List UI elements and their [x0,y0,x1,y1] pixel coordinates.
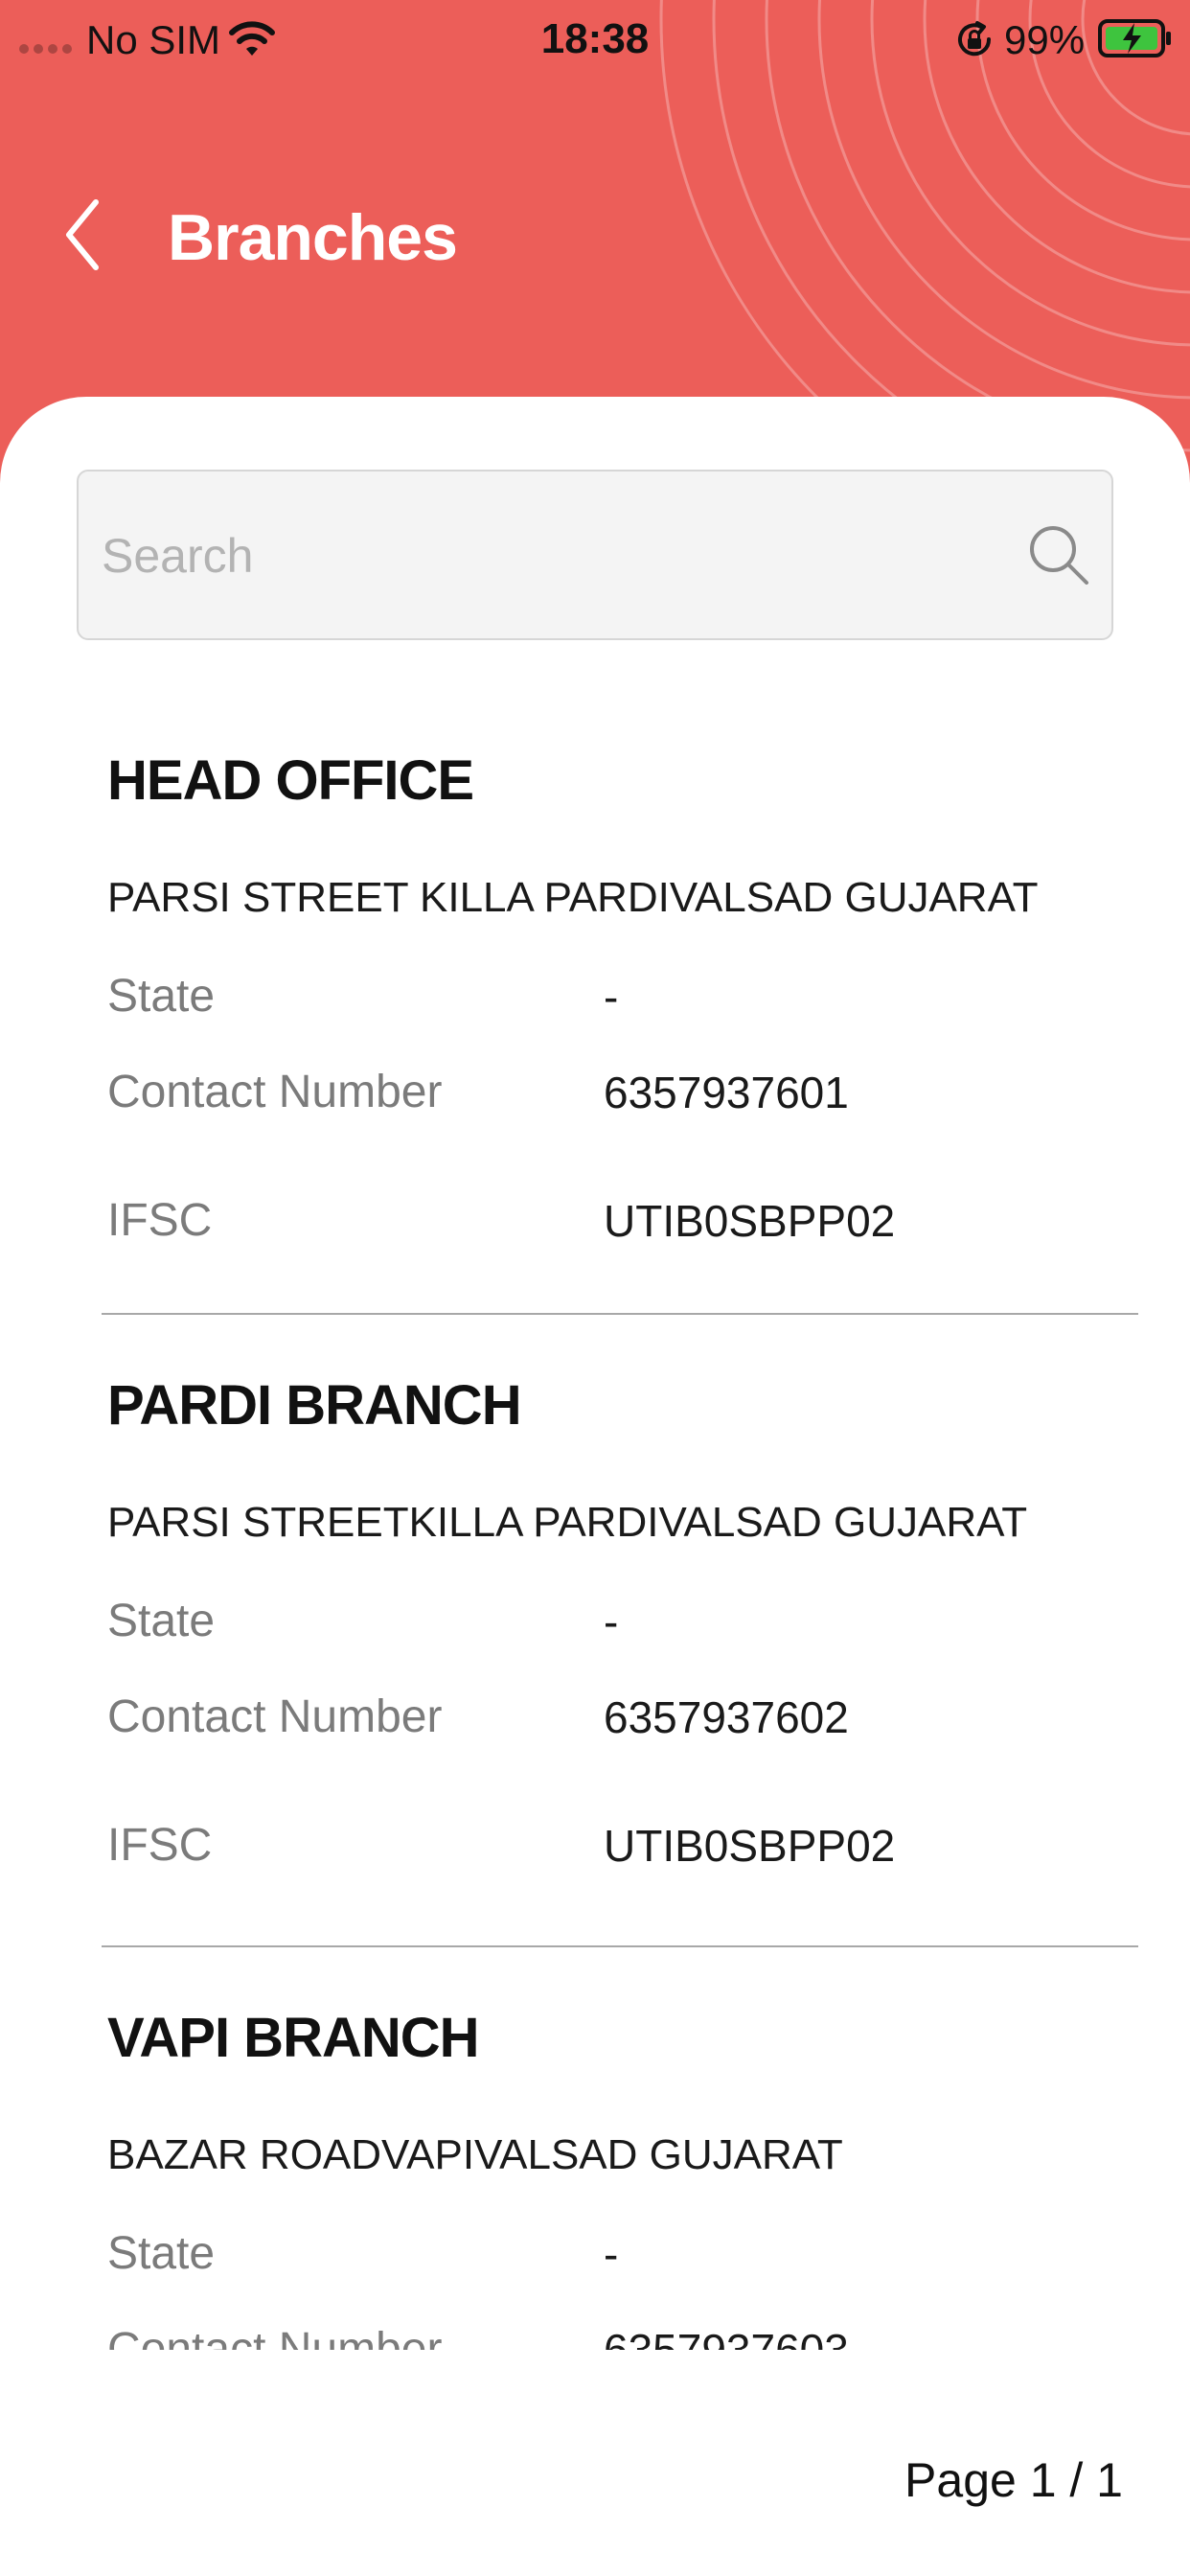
battery-charging-icon [1098,19,1171,58]
search-icon[interactable] [1025,521,1092,588]
state-value: - [604,1597,619,1646]
ifsc-value: UTIB0SBPP02 [604,1821,896,1871]
branch-name: HEAD OFFICE [107,749,474,812]
branch-name: VAPI BRANCH [107,2007,479,2069]
rotation-lock-icon [958,21,992,57]
branch-card[interactable]: HEAD OFFICE PARSI STREET KILLA PARDIVALS… [102,690,1138,1315]
ifsc-label: IFSC [107,1195,213,1246]
branch-address: PARSI STREETKILLA PARDIVALSAD GUJARAT [107,1499,1028,1546]
branch-card[interactable]: PARDI BRANCH PARSI STREETKILLA PARDIVALS… [102,1315,1138,1947]
branch-card[interactable]: VAPI BRANCH BAZAR ROADVAPIVALSAD GUJARAT… [102,1947,1138,2350]
state-label: State [107,2228,216,2279]
contact-label: Contact Number [107,1691,443,1742]
contact-value[interactable]: 6357937603 [604,2321,849,2350]
status-bar: No SIM 18:38 99% [0,0,1190,80]
state-value: - [604,972,619,1022]
back-button[interactable] [54,192,111,278]
state-value: - [604,2229,619,2279]
contact-label: Contact Number [107,2324,443,2350]
state-label: State [107,971,216,1022]
search-input[interactable] [100,472,1004,640]
branch-list: HEAD OFFICE PARSI STREET KILLA PARDIVALS… [0,690,1190,2350]
branch-address: PARSI STREET KILLA PARDIVALSAD GUJARAT [107,874,1039,921]
page-title: Branches [168,201,458,274]
search-bar [77,470,1113,640]
battery-percent: 99% [1004,17,1086,62]
ifsc-label: IFSC [107,1820,213,1871]
contact-label: Contact Number [107,1067,443,1117]
chevron-left-icon [66,199,99,270]
ifsc-value: UTIB0SBPP02 [604,1196,896,1246]
contact-value[interactable]: 6357937602 [604,1689,849,1746]
branch-name: PARDI BRANCH [107,1374,522,1437]
state-label: State [107,1596,216,1646]
contact-value[interactable]: 6357937601 [604,1064,849,1121]
branch-address: BAZAR ROADVAPIVALSAD GUJARAT [107,2131,843,2178]
page-indicator: Page 1 / 1 [904,2453,1123,2507]
